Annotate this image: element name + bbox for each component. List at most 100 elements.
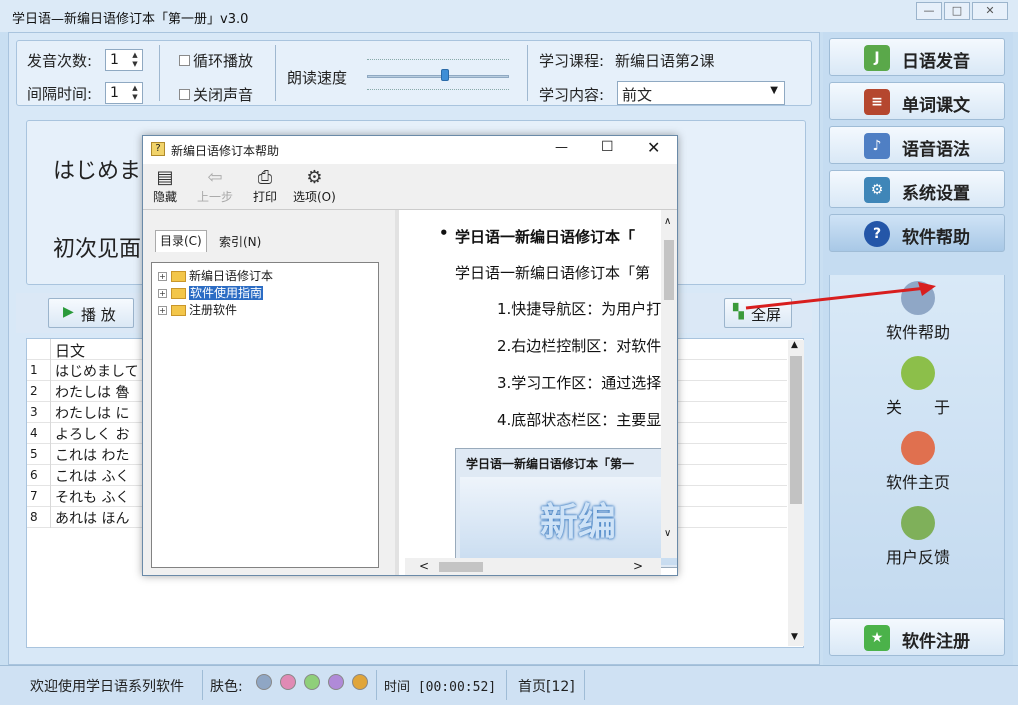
hide-button[interactable]: ▤ 隐藏 xyxy=(153,168,177,205)
speed-slider-track[interactable] xyxy=(367,75,509,78)
sidebar-item-label: 语音语法 xyxy=(902,140,970,160)
repeat-count-label: 发音次数: xyxy=(27,52,93,70)
sidebar-item-label: 单词课文 xyxy=(902,96,970,116)
register-button[interactable]: ★ 软件注册 xyxy=(829,618,1005,656)
about-item[interactable]: 关 于 xyxy=(830,356,1006,418)
scroll-down-icon[interactable]: ∨ xyxy=(664,528,671,539)
help-item-label: 用户反馈 xyxy=(885,548,950,567)
loop-checkbox[interactable] xyxy=(179,55,190,66)
skin-swatch[interactable] xyxy=(328,674,344,690)
spinner-arrows-icon[interactable]: ▲ ▼ xyxy=(129,51,141,69)
status-divider xyxy=(506,670,507,700)
tree-node[interactable]: + 注册软件 xyxy=(158,301,237,317)
row-number: 1 xyxy=(27,360,51,381)
tab-index[interactable]: 索引(N) xyxy=(215,232,265,252)
book-j-icon: J xyxy=(864,45,890,71)
grid-scrollbar[interactable]: ▲ ▼ xyxy=(788,340,804,646)
speed-label: 朗读速度 xyxy=(287,69,348,87)
mute-label: 关闭声音 xyxy=(193,86,254,104)
grid-scroll-thumb[interactable] xyxy=(790,356,802,504)
scroll-right-icon[interactable]: > xyxy=(633,559,643,573)
interval-spinner[interactable]: 1 ▲ ▼ xyxy=(105,82,143,104)
content-select[interactable]: 前文 ▼ xyxy=(617,81,785,105)
tab-contents-label: 目录(C) xyxy=(160,234,202,248)
hide-label: 隐藏 xyxy=(153,190,178,204)
sidebar-item-settings[interactable]: ⚙ 系统设置 xyxy=(829,170,1005,208)
maximize-button[interactable]: □ xyxy=(944,2,970,20)
sidebar-item-vocabulary[interactable]: ≡ 单词课文 xyxy=(829,82,1005,120)
window-titlebar[interactable]: 学日语—新编日语修订本「第一册」v3.0 — □ ✕ xyxy=(0,0,1018,32)
skin-swatch[interactable] xyxy=(280,674,296,690)
bullet-icon: • xyxy=(439,224,449,242)
expand-icon[interactable]: + xyxy=(158,289,167,298)
skin-swatch[interactable] xyxy=(304,674,320,690)
minimize-button[interactable]: — xyxy=(916,2,942,20)
scroll-down-icon[interactable]: ▼ xyxy=(791,632,798,642)
options-icon: ⚙ xyxy=(306,167,323,188)
repeat-count-spinner[interactable]: 1 ▲ ▼ xyxy=(105,49,143,71)
status-divider xyxy=(584,670,585,700)
options-button[interactable]: ⚙ 选项(O) xyxy=(293,168,336,205)
options-label: 选项(O) xyxy=(293,190,336,204)
print-button[interactable]: ⎙ 打印 xyxy=(253,168,277,205)
preview-big-text: 新编 xyxy=(540,500,617,544)
help-item-label: 关 于 xyxy=(885,398,950,417)
mute-checkbox[interactable] xyxy=(179,89,190,100)
scroll-up-icon[interactable]: ▲ xyxy=(791,340,798,350)
contents-tree[interactable]: + 新编日语修订本 + 软件使用指南 + 注册软件 xyxy=(151,262,379,568)
repeat-count-value: 1 xyxy=(110,52,119,68)
row-text: これは わた xyxy=(55,448,130,464)
home-icon xyxy=(901,431,935,465)
dialog-maximize-button[interactable]: ☐ xyxy=(601,139,614,155)
preview-title: 学日语一新编日语修订本「第一 xyxy=(466,457,635,471)
right-sidebar: J 日语发音 ≡ 单词课文 ♪ 语音语法 ⚙ 系统设置 ? 软件帮助 软件帮助关 于软件主页用户反… xyxy=(823,32,1013,665)
spinner-arrows-icon[interactable]: ▲ ▼ xyxy=(129,84,141,102)
feedback-item[interactable]: 用户反馈 xyxy=(830,506,1006,568)
expand-icon[interactable]: + xyxy=(158,272,167,281)
sidebar-item-pronunciation[interactable]: J 日语发音 xyxy=(829,38,1005,76)
japanese-text-line: はじめま xyxy=(53,159,142,184)
dialog-minimize-button[interactable]: — xyxy=(555,140,568,155)
content-hscrollbar[interactable]: < > xyxy=(405,558,661,575)
scroll-up-icon[interactable]: ∧ xyxy=(664,216,671,227)
close-button[interactable]: ✕ xyxy=(972,2,1008,20)
help-item-line: 3.学习工作区：通过选择 xyxy=(497,374,662,392)
row-number: 8 xyxy=(27,507,51,528)
help-heading: 学日语一新编日语修订本「 xyxy=(455,228,636,246)
tree-node[interactable]: + 软件使用指南 xyxy=(158,284,264,300)
back-button[interactable]: ⇦ 上一步 xyxy=(197,168,233,205)
tab-contents[interactable]: 目录(C) xyxy=(155,230,207,252)
dialog-titlebar[interactable]: ? 新编日语修订本帮助 — ☐ ✕ xyxy=(143,136,677,164)
skin-label: 肤色: xyxy=(210,679,243,695)
slider-ticks-bottom xyxy=(367,89,509,90)
sidebar-item-grammar[interactable]: ♪ 语音语法 xyxy=(829,126,1005,164)
row-text: わたしは に xyxy=(55,406,130,422)
help-dialog[interactable]: ? 新编日语修订本帮助 — ☐ ✕ ▤ 隐藏 ⇦ 上一步 ⎙ 打印 ⚙ 选项(O… xyxy=(142,135,678,576)
play-button[interactable]: ▶ 播 放 xyxy=(48,298,134,328)
content-hscroll-thumb[interactable] xyxy=(439,562,483,572)
row-text: よろしく お xyxy=(55,427,130,443)
sidebar-item-label: 软件帮助 xyxy=(902,228,970,248)
grid-header-label: 日文 xyxy=(55,342,86,360)
row-number: 4 xyxy=(27,423,51,444)
content-vscrollbar[interactable]: ∧ ∨ xyxy=(661,210,677,558)
skin-swatch[interactable] xyxy=(256,674,272,690)
chinese-text-line: 初次见面 xyxy=(53,237,142,262)
elapsed-time: 时间 [00:00:52] xyxy=(384,680,497,695)
speed-slider-thumb[interactable] xyxy=(441,69,450,81)
expand-icon[interactable]: + xyxy=(158,306,167,315)
skin-swatch[interactable] xyxy=(352,674,368,690)
help-content-pane[interactable]: • 学日语一新编日语修订本「 学日语一新编日语修订本「第 1.快捷导航区：为用户… xyxy=(405,210,677,575)
row-text: はじめまして xyxy=(55,364,139,380)
settings-panel: 发音次数: 1 ▲ ▼ 间隔时间: 1 ▲ ▼ 循环播放 关闭声音 朗读速度 学习课… xyxy=(16,40,812,106)
register-label: 软件注册 xyxy=(902,632,970,652)
dialog-close-button[interactable]: ✕ xyxy=(647,138,660,157)
books-icon: ≡ xyxy=(864,89,890,115)
scroll-left-icon[interactable]: < xyxy=(419,559,429,573)
homepage-item[interactable]: 软件主页 xyxy=(830,431,1006,493)
content-scroll-thumb[interactable] xyxy=(664,240,674,300)
tree-node[interactable]: + 新编日语修订本 xyxy=(158,267,273,283)
window-title: 学日语—新编日语修订本「第一册」v3.0 xyxy=(12,12,249,27)
sidebar-item-help[interactable]: ? 软件帮助 xyxy=(829,214,1005,252)
row-text: あれは ほん xyxy=(55,511,130,527)
